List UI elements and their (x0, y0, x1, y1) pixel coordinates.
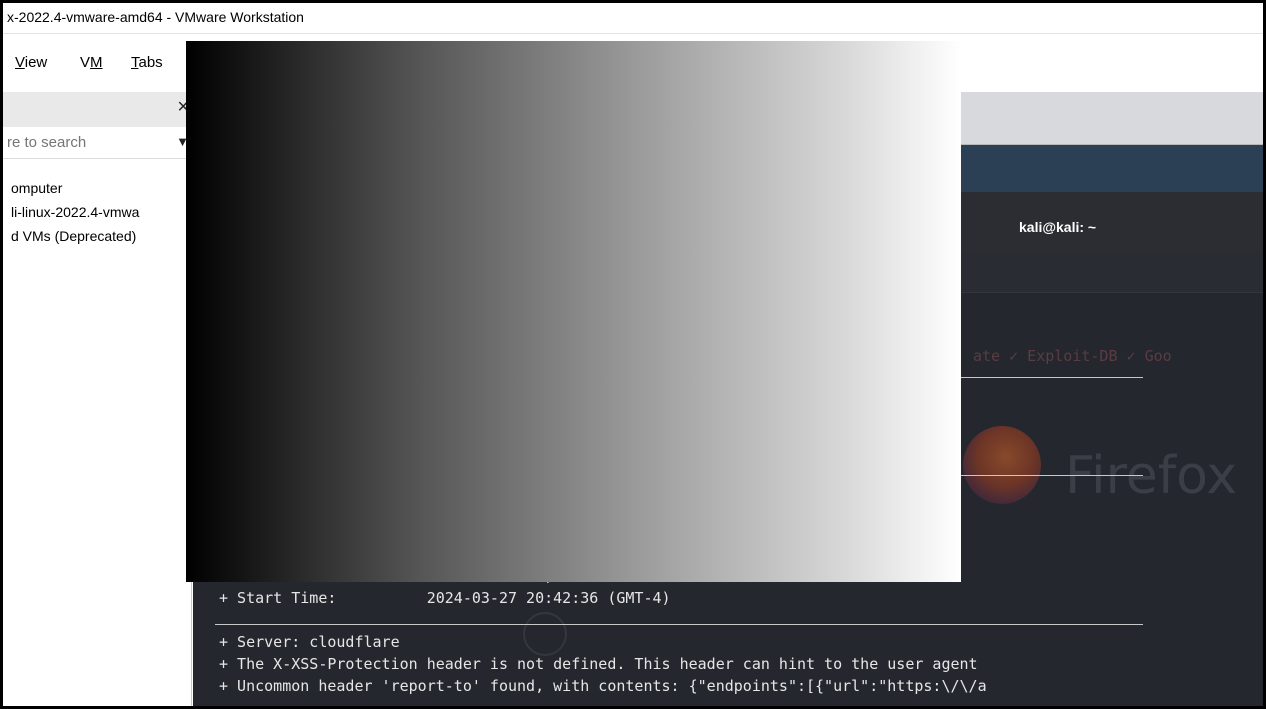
terminal-line-start: + Start Time: 2024-03-27 20:42:36 (GMT-4… (219, 589, 671, 607)
ghost-bookmarks: ate ✓ Exploit-DB ✓ Goo (973, 347, 1172, 365)
library-panel: × ▼ omputer li-linux-2022.4-vmwa d VMs (… (3, 92, 192, 706)
window-title: x-2022.4-vmware-amd64 - VMware Workstati… (7, 9, 304, 25)
redaction-overlay (186, 41, 961, 582)
tree-item-shared-vms[interactable]: d VMs (Deprecated) (11, 228, 136, 244)
firefox-logo-icon (963, 426, 1041, 504)
terminal-title: kali@kali: ~ (1019, 219, 1097, 235)
library-header: × (3, 92, 191, 127)
tree-item-my-computer[interactable]: omputer (11, 180, 62, 196)
menu-vm[interactable]: VM (80, 54, 103, 71)
firefox-wordmark: Firefox (1065, 446, 1238, 506)
tree-item-kali-vm[interactable]: li-linux-2022.4-vmwa (11, 204, 139, 220)
title-bar: x-2022.4-vmware-amd64 - VMware Workstati… (3, 3, 1263, 34)
library-search: ▼ (3, 128, 191, 159)
menu-view[interactable]: View (15, 54, 47, 71)
terminal-line-server: + Server: cloudflare (219, 633, 400, 651)
vmware-window: x-2022.4-vmware-amd64 - VMware Workstati… (0, 0, 1266, 709)
terminal-line-reportto: + Uncommon header 'report-to' found, wit… (219, 677, 987, 695)
terminal-line-xss: + The X-XSS-Protection header is not def… (219, 655, 978, 673)
search-input[interactable] (3, 132, 167, 152)
ghost-circle-icon (523, 612, 567, 656)
menu-tabs[interactable]: Tabs (131, 54, 163, 71)
divider (215, 624, 1143, 625)
